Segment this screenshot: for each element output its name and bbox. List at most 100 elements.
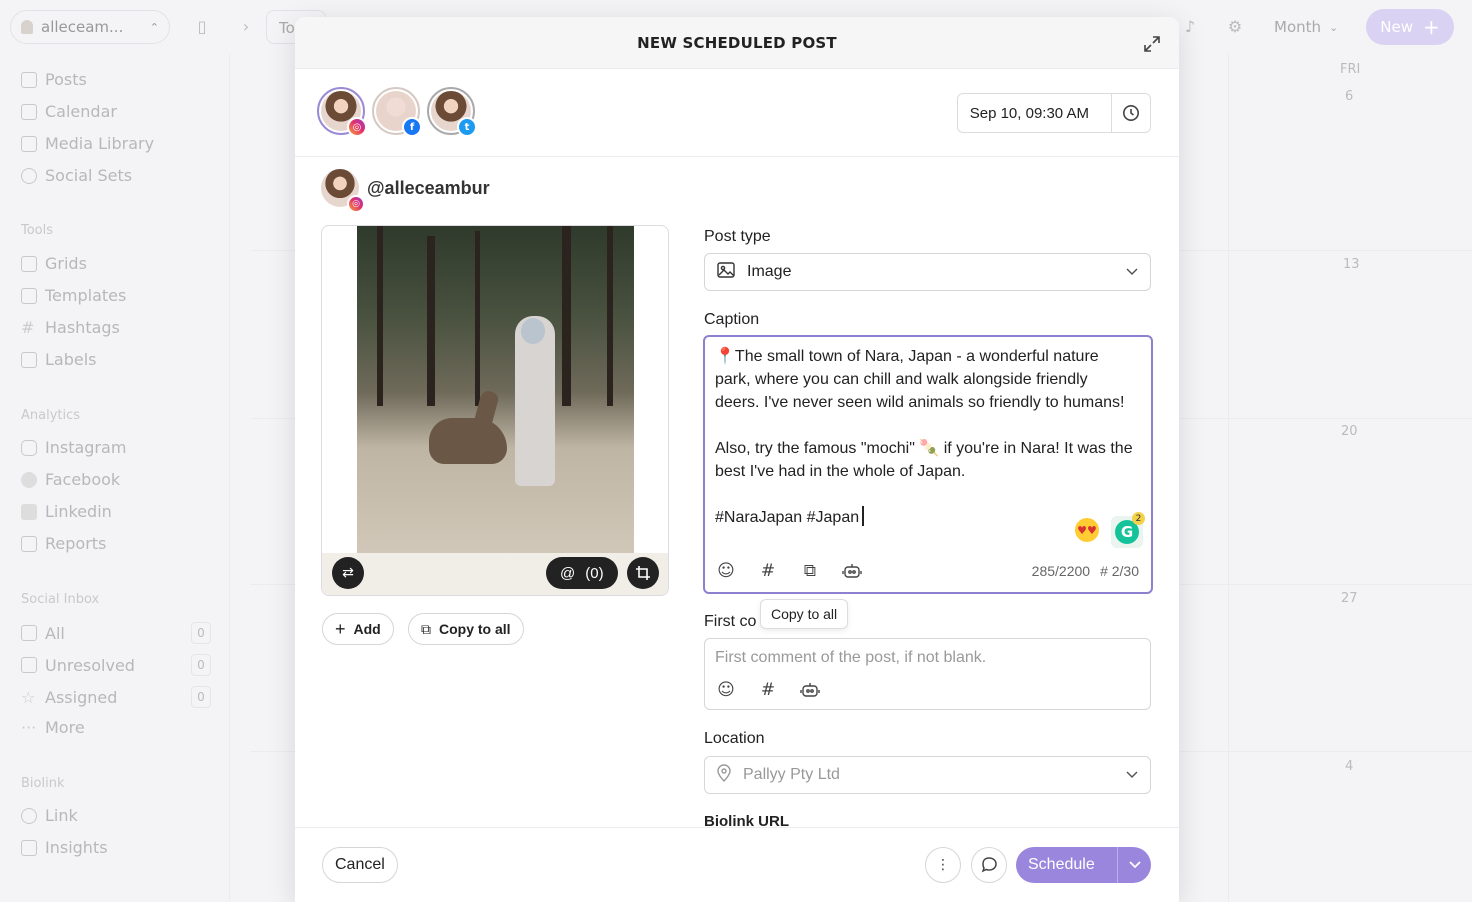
gear-icon xyxy=(21,167,37,184)
gear-icon[interactable]: ⚙ xyxy=(1225,16,1245,36)
instagram-icon: ◎ xyxy=(347,117,367,137)
schedule-button[interactable]: Schedule xyxy=(1016,847,1151,883)
emoji-icon[interactable]: ☺ xyxy=(715,679,737,701)
caption-label: Caption xyxy=(704,311,760,328)
swap-icon[interactable]: ⇄ xyxy=(332,557,364,589)
comment-icon[interactable] xyxy=(971,847,1007,883)
sidebar-item-assigned[interactable]: ☆ Assigned 0 xyxy=(21,686,211,708)
robot-icon[interactable] xyxy=(799,679,821,701)
schedule-datetime-picker[interactable]: Sep 10, 09:30 AM xyxy=(956,93,1151,133)
profile-handle: @alleceambur xyxy=(367,177,490,198)
sidebar-item-templates[interactable]: Templates xyxy=(21,286,211,305)
chevron-right-icon[interactable]: › xyxy=(236,16,256,36)
star-icon: ☆ xyxy=(21,687,36,707)
sidebar-item-label: Insights xyxy=(45,838,108,857)
location-select[interactable]: Pallyy Pty Ltd xyxy=(704,756,1151,794)
account-avatar-twitter[interactable]: t xyxy=(427,87,477,137)
schedule-label: Schedule xyxy=(1028,856,1095,873)
chevron-down-icon xyxy=(1126,766,1138,784)
emoji-icon[interactable]: ☺ xyxy=(715,560,737,582)
tree-trunk xyxy=(377,226,383,406)
location-label: Location xyxy=(704,730,765,747)
copy-to-all-tooltip: Copy to all xyxy=(760,599,849,629)
workspace-switcher[interactable]: alleceam... ⌃ xyxy=(10,10,170,44)
schedule-datetime[interactable]: Sep 10, 09:30 AM xyxy=(958,94,1112,132)
grammarly-button[interactable]: G 2 xyxy=(1111,512,1145,548)
post-type-value: Image xyxy=(747,263,792,280)
sidebar-item-social-sets[interactable]: Social Sets xyxy=(21,166,211,185)
sidebar-item-link[interactable]: Link xyxy=(21,806,211,825)
account-avatar-facebook[interactable]: f xyxy=(372,87,422,137)
first-comment-field[interactable]: First comment of the post, if not blank.… xyxy=(704,638,1151,710)
sidebar-item-label: Calendar xyxy=(45,102,117,121)
sidebar-item-label: More xyxy=(45,718,85,737)
new-scheduled-post-modal: NEW SCHEDULED POST ◎ f t Sep 10, 09:30 A… xyxy=(295,17,1179,902)
cancel-button[interactable]: Cancel xyxy=(322,847,398,883)
accounts-row: ◎ f t Sep 10, 09:30 AM xyxy=(295,69,1179,157)
day-number: 4 xyxy=(1345,759,1354,774)
caption-textarea[interactable]: 📍The small town of Nara, Japan - a wonde… xyxy=(715,345,1135,545)
modal-footer: Cancel ⋮ Schedule xyxy=(295,827,1179,902)
hashtag-icon[interactable]: # xyxy=(757,679,779,701)
grid-divider xyxy=(1228,54,1229,902)
new-post-button[interactable]: New + xyxy=(1366,9,1454,45)
sidebar-item-linkedin[interactable]: Linkedin xyxy=(21,502,211,521)
posts-icon xyxy=(21,71,37,88)
hashtag-icon: # xyxy=(21,318,35,337)
expand-icon[interactable] xyxy=(1143,35,1161,53)
link-icon xyxy=(21,807,37,824)
sidebar-item-label: Social Sets xyxy=(45,166,133,185)
copy-icon: ⧉ xyxy=(421,620,431,637)
comment-toolbar: ☺ # xyxy=(715,679,821,701)
location-pin-icon xyxy=(717,763,731,787)
sidebar-item-labels[interactable]: Labels xyxy=(21,350,211,369)
heart-eyes-emoji-icon: ♥♥ xyxy=(1075,518,1099,542)
first-comment-placeholder: First comment of the post, if not blank. xyxy=(715,649,987,666)
account-avatar-instagram[interactable]: ◎ xyxy=(317,87,367,137)
copy-to-all-button[interactable]: ⧉ Copy to all xyxy=(408,613,524,645)
caption-text: 📍The small town of Nara, Japan - a wonde… xyxy=(715,348,1133,526)
bell-icon[interactable]: ♪ xyxy=(1180,16,1200,36)
day-number: 20 xyxy=(1341,424,1358,439)
day-number: 13 xyxy=(1343,257,1360,272)
sidebar-item-unresolved[interactable]: Unresolved 0 xyxy=(21,654,211,676)
copy-icon[interactable]: ⧉ xyxy=(799,560,821,582)
more-options-icon[interactable]: ⋮ xyxy=(925,847,961,883)
report-icon xyxy=(21,535,37,552)
text-caret xyxy=(862,506,865,526)
sidebar-item-hashtags[interactable]: # Hashtags xyxy=(21,318,211,337)
template-icon xyxy=(21,287,37,304)
clock-icon[interactable] xyxy=(1112,94,1150,132)
sidebar-item-calendar[interactable]: Calendar xyxy=(21,102,211,121)
view-select-value: Month xyxy=(1274,18,1322,36)
sidebar-item-label: Facebook xyxy=(45,470,121,489)
chevron-down-icon[interactable] xyxy=(1117,847,1151,883)
hashtag-icon[interactable]: # xyxy=(757,560,779,582)
post-type-select[interactable]: Image xyxy=(704,253,1151,291)
workspace-name: alleceam... xyxy=(41,18,124,36)
sidebar-item-more[interactable]: ··· More xyxy=(21,718,211,737)
sidebar-item-facebook[interactable]: Facebook xyxy=(21,470,211,489)
caption-editor[interactable]: 📍The small town of Nara, Japan - a wonde… xyxy=(703,335,1153,594)
sidebar-item-instagram[interactable]: Instagram xyxy=(21,438,211,457)
robot-icon[interactable] xyxy=(841,560,863,582)
sidebar-item-media-library[interactable]: Media Library xyxy=(21,134,211,153)
grid-icon xyxy=(21,255,37,272)
sidebar-item-label: Media Library xyxy=(45,134,155,153)
sidebar-item-all[interactable]: All 0 xyxy=(21,622,211,644)
sidebar-item-reports[interactable]: Reports xyxy=(21,534,211,553)
tree-trunk xyxy=(427,236,435,406)
mention-tags-button[interactable]: @ (0) xyxy=(546,557,618,589)
crop-icon[interactable] xyxy=(627,557,659,589)
sidebar-item-posts[interactable]: Posts xyxy=(21,70,211,89)
sidebar-item-label: Unresolved xyxy=(45,655,135,675)
sidebar-toggle-icon[interactable]: ▯ xyxy=(192,16,212,36)
add-media-button[interactable]: + Add xyxy=(322,613,394,645)
sidebar-item-grids[interactable]: Grids xyxy=(21,254,211,273)
sidebar-item-insights[interactable]: Insights xyxy=(21,838,211,857)
day-number: 6 xyxy=(1345,89,1354,104)
tree-trunk xyxy=(475,231,480,406)
view-select[interactable]: Month ⌄ xyxy=(1262,10,1354,44)
sidebar-item-label: Labels xyxy=(45,350,97,369)
first-comment-label: First co xyxy=(704,613,757,630)
